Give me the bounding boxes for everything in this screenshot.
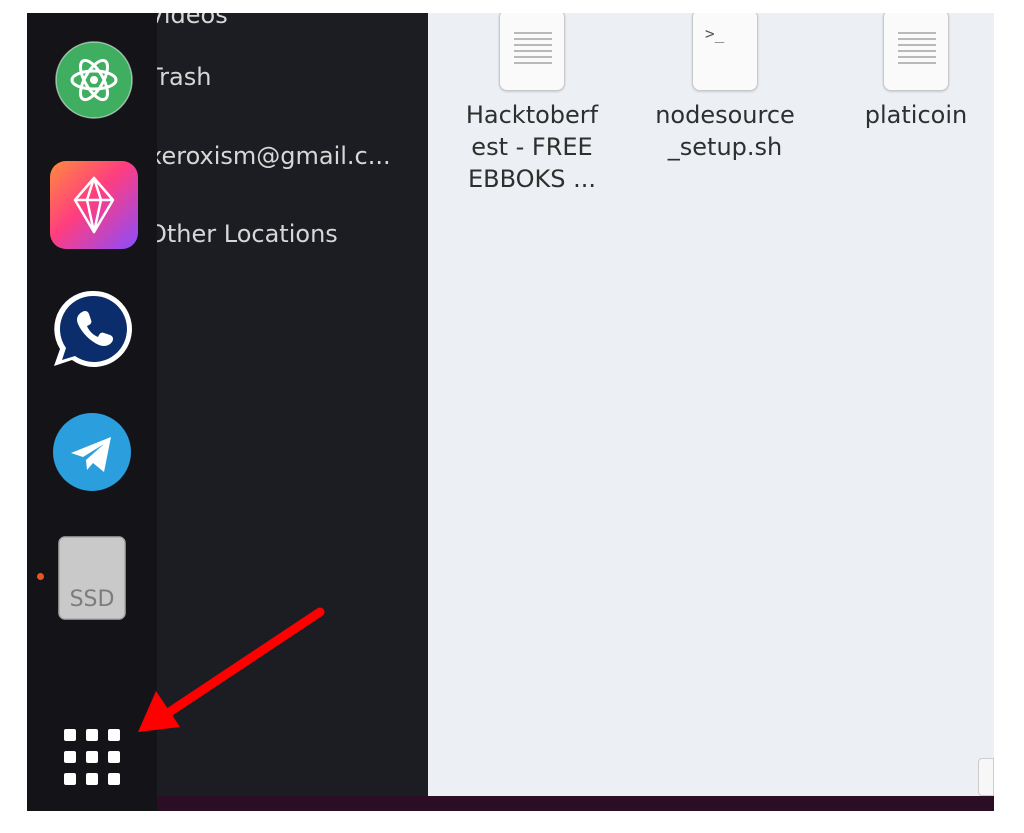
desktop-screen: Videos Trash xeroxism@gmail.c... Other L… xyxy=(27,13,994,811)
dock-app-ssd[interactable]: SSD xyxy=(49,533,139,623)
file-name: platicoin xyxy=(864,101,968,129)
dock-app-whatsapp[interactable] xyxy=(49,285,139,375)
atom-icon xyxy=(55,41,133,119)
app-gem-icon xyxy=(50,161,138,249)
panel-strip xyxy=(157,796,994,811)
dock-app-gem[interactable] xyxy=(49,160,139,250)
running-indicator xyxy=(37,573,44,580)
file-item-platicoin[interactable]: platicoin xyxy=(836,13,994,131)
text-document-icon xyxy=(499,13,565,91)
shell-script-icon: >_ xyxy=(692,13,758,91)
file-view: Hacktoberf est - FREE EBBOKS ... >_ node… xyxy=(428,13,994,796)
dock-app-atom[interactable] xyxy=(49,38,139,128)
sidebar-item-other-locations[interactable]: Other Locations xyxy=(148,220,338,248)
ssd-label: SSD xyxy=(70,587,115,612)
sidebar-item-videos[interactable]: Videos xyxy=(148,13,228,29)
sidebar-item-account[interactable]: xeroxism@gmail.c... xyxy=(148,142,391,170)
file-item-nodesource-setup[interactable]: >_ nodesource _setup.sh xyxy=(645,13,805,163)
dock-app-telegram[interactable] xyxy=(49,410,139,500)
ubuntu-dock: SSD xyxy=(27,13,157,811)
telegram-icon xyxy=(53,413,131,491)
sidebar-item-trash[interactable]: Trash xyxy=(148,63,211,91)
ssd-drive-icon: SSD xyxy=(58,536,126,620)
file-item-hacktoberfest[interactable]: Hacktoberf est - FREE EBBOKS ... xyxy=(452,13,612,195)
text-document-icon xyxy=(883,13,949,91)
scrollbar-handle[interactable] xyxy=(978,758,994,796)
file-name: nodesource _setup.sh xyxy=(655,101,795,161)
whatsapp-icon xyxy=(54,290,132,367)
show-applications-button[interactable] xyxy=(64,729,124,789)
file-name: Hacktoberf est - FREE EBBOKS ... xyxy=(465,101,599,193)
